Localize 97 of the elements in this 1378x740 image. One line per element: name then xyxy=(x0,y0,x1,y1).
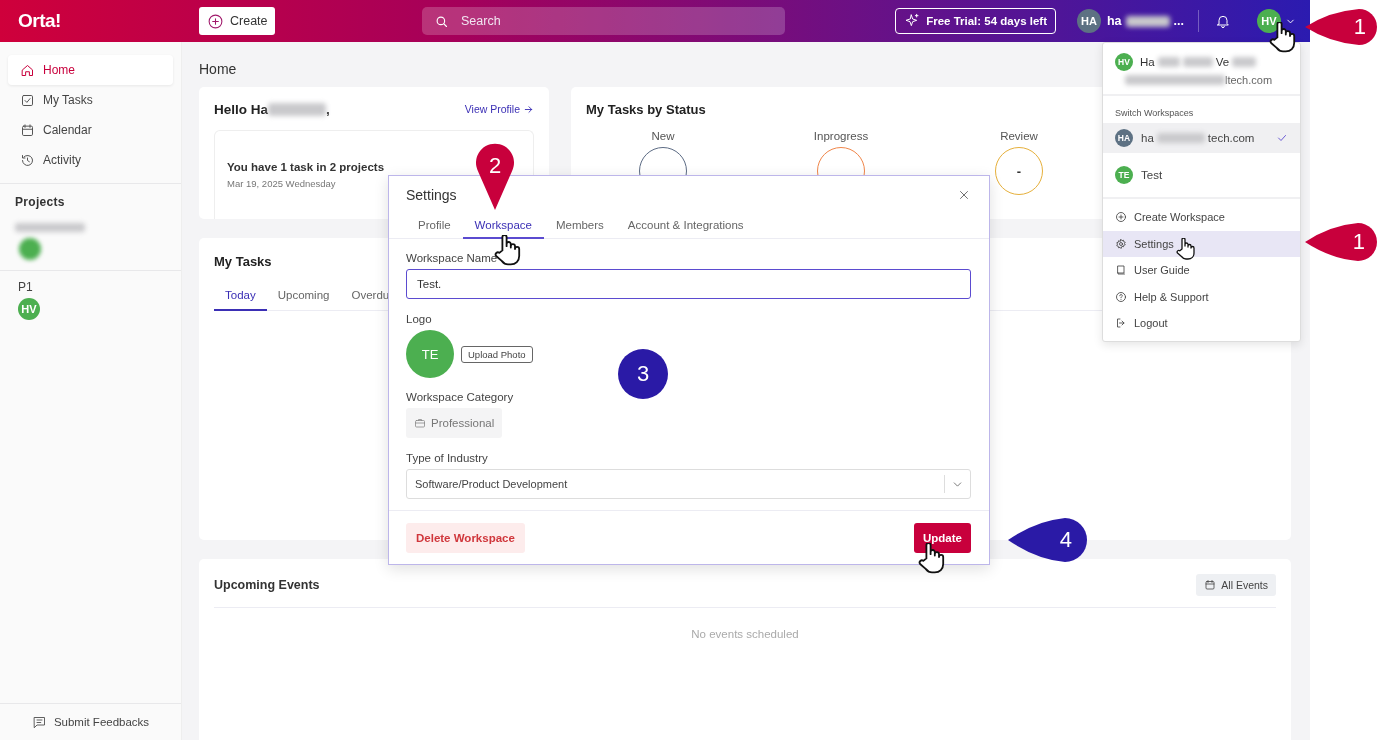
update-button[interactable]: Update xyxy=(914,522,971,553)
task-summary: You have 1 task in 2 projects xyxy=(227,161,385,173)
feedback-button[interactable]: Submit Feedbacks xyxy=(0,703,181,740)
step-marker: 1 xyxy=(1305,8,1378,46)
arrow-icon xyxy=(523,103,534,115)
avatar: TE xyxy=(1115,166,1133,184)
greeting-text: Hello Ha xyxy=(214,101,268,117)
workspace-name: Test xyxy=(1141,169,1163,181)
card-title: My Tasks by Status xyxy=(586,102,706,116)
field-label: Logo xyxy=(406,313,433,325)
workspace-item[interactable]: HA ha tech.com xyxy=(1103,123,1300,153)
nav-item[interactable]: My Tasks xyxy=(8,85,173,115)
tab[interactable]: Today xyxy=(214,289,267,311)
menu-item[interactable]: Logout xyxy=(1103,310,1300,337)
avatar: HA xyxy=(1115,129,1133,147)
feedback-icon xyxy=(31,714,47,730)
blurred-text xyxy=(1232,57,1257,67)
settings-icon xyxy=(1115,237,1127,250)
bell-icon xyxy=(1215,13,1231,29)
section-title: Switch Workspaces xyxy=(1114,107,1195,120)
blurred-text xyxy=(1182,57,1213,67)
blurred-text xyxy=(268,102,326,116)
section-title: Projects xyxy=(14,194,66,211)
nav-item[interactable]: Home xyxy=(8,55,173,85)
user-name: Ve xyxy=(1215,56,1230,68)
history-icon xyxy=(20,152,35,168)
step-marker: 2 xyxy=(475,143,515,210)
checkbox-icon xyxy=(20,92,35,108)
briefcase-icon xyxy=(414,417,426,429)
status-label: New xyxy=(651,130,675,142)
status-label: Review xyxy=(1000,130,1038,142)
status-label: Inprogress xyxy=(813,130,869,142)
ellipsis: ... xyxy=(1173,14,1184,28)
nav-item[interactable]: Activity xyxy=(8,145,173,175)
field-label: Type of Industry xyxy=(406,452,489,464)
page-title: Home xyxy=(199,60,237,78)
user-name: ha xyxy=(1107,14,1122,28)
tab[interactable]: Members xyxy=(543,214,616,239)
card-title: Upcoming Events xyxy=(214,578,320,592)
delete-workspace-button[interactable]: Delete Workspace xyxy=(406,522,525,553)
dialog-title: Settings xyxy=(406,187,457,203)
step-marker: 4 xyxy=(1008,517,1088,563)
search-input[interactable]: Search xyxy=(459,13,759,29)
plus-circle-icon xyxy=(207,12,224,30)
app-logo: Orta! xyxy=(18,10,62,32)
logout-icon xyxy=(1115,317,1127,330)
step-marker: 3 xyxy=(618,349,668,399)
logo-avatar: TE xyxy=(406,330,454,378)
project-name[interactable]: P1 xyxy=(18,280,163,294)
date-text: Mar 19, 2025 Wednesday xyxy=(227,178,337,189)
field-label: Workspace Category xyxy=(406,391,515,403)
blurred-text xyxy=(15,223,85,232)
menu-item[interactable]: Settings xyxy=(1103,230,1300,257)
menu-item[interactable]: Help & Support xyxy=(1103,283,1300,310)
industry-select[interactable]: Software/Product Development xyxy=(406,469,971,499)
check-icon xyxy=(1276,132,1288,144)
avatar: HA xyxy=(1077,9,1101,33)
tab[interactable]: Upcoming xyxy=(266,289,341,311)
workspace-name: tech.com xyxy=(1207,132,1255,144)
calendar-icon xyxy=(20,122,35,138)
home-icon xyxy=(20,62,35,78)
tab[interactable]: Account & Integrations xyxy=(615,214,756,239)
nav-item[interactable]: Calendar xyxy=(8,115,173,145)
comma: , xyxy=(326,101,330,117)
menu-item[interactable]: User Guide xyxy=(1103,257,1300,284)
blurred-avatar xyxy=(19,238,41,260)
calendar-icon xyxy=(1204,579,1217,591)
status-circle: - xyxy=(995,147,1043,195)
book-icon xyxy=(1115,264,1127,277)
sparkle-icon xyxy=(904,13,921,29)
create-button[interactable]: Create xyxy=(199,7,275,35)
field-label: Workspace Name xyxy=(406,252,499,264)
avatar: HV xyxy=(1115,53,1133,71)
blurred-text xyxy=(1156,133,1205,143)
email-text: ltech.com xyxy=(1225,74,1273,86)
workspace-item[interactable]: TE Test xyxy=(1103,160,1300,190)
user-name: Ha xyxy=(1140,56,1155,68)
blurred-text xyxy=(1157,57,1180,67)
all-events-button[interactable]: All Events xyxy=(1196,574,1276,596)
empty-message: No events scheduled xyxy=(690,628,800,640)
close-icon[interactable] xyxy=(957,188,971,202)
workspace-name: ha xyxy=(1141,132,1154,144)
card-title: My Tasks xyxy=(214,254,272,268)
hand-cursor-icon xyxy=(1176,238,1196,260)
plus-circle-icon xyxy=(1115,211,1127,224)
menu-item[interactable]: Create Workspace xyxy=(1103,204,1300,231)
help-icon xyxy=(1115,290,1127,303)
search-field[interactable]: Search xyxy=(422,7,785,35)
avatar: HV xyxy=(18,298,40,320)
upload-photo-button[interactable]: Upload Photo xyxy=(461,345,533,363)
step-marker: 1 xyxy=(1305,222,1378,262)
blurred-text xyxy=(1125,15,1170,27)
free-trial-button[interactable]: Free Trial: 54 days left xyxy=(895,8,1056,34)
category-chip[interactable]: Professional xyxy=(406,408,503,438)
workspace-name-field[interactable]: Test. xyxy=(406,269,971,299)
view-profile-link[interactable]: View Profile xyxy=(464,103,534,115)
tab[interactable]: Profile xyxy=(406,214,463,239)
